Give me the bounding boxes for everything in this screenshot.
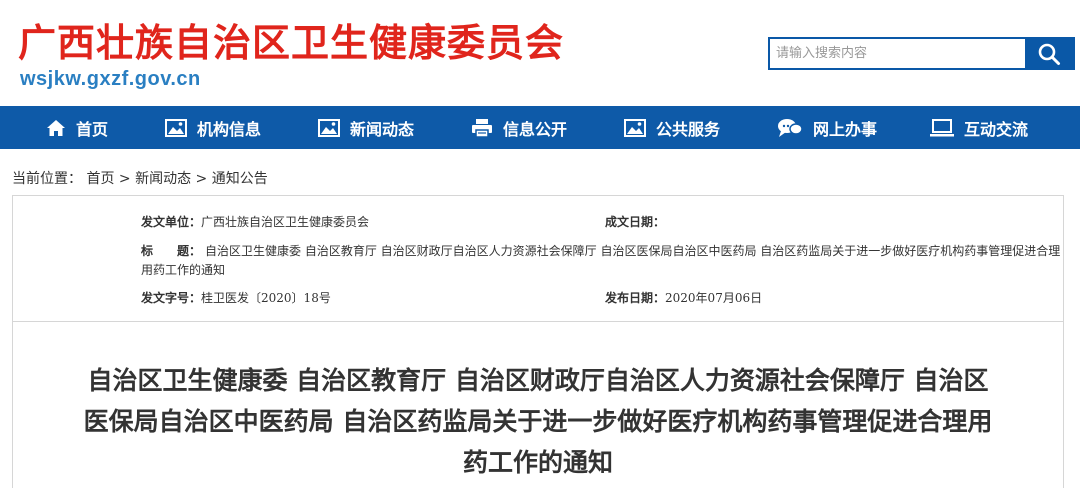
date-written-label: 成文日期： bbox=[605, 215, 666, 229]
nav-item-label: 信息公开 bbox=[503, 119, 568, 139]
document-title-line: 自治区卫生健康委 自治区教育厅 自治区财政厅自治区人力资源社会保障厅 自治区 bbox=[87, 366, 989, 395]
breadcrumb-prefix: 当前位置： bbox=[12, 171, 82, 187]
title-value: 自治区卫生健康委 自治区教育厅 自治区财政厅自治区人力资源社会保障厅 自治区医保… bbox=[141, 244, 1061, 277]
document-title-line: 药工作的通知 bbox=[462, 448, 613, 477]
date-written-row: 成文日期： bbox=[605, 213, 665, 230]
nav-item-info-disclosure[interactable]: 信息公开 bbox=[471, 106, 567, 149]
publish-date-label: 发布日期： bbox=[605, 291, 666, 305]
breadcrumb-link-home[interactable]: 首页 bbox=[86, 171, 114, 187]
nav-item-org-info[interactable]: 机构信息 bbox=[165, 106, 261, 149]
printer-icon bbox=[472, 118, 492, 138]
image-icon bbox=[165, 118, 187, 137]
breadcrumb-separator: > bbox=[118, 171, 136, 187]
title-row: 标 题： 自治区卫生健康委 自治区教育厅 自治区财政厅自治区人力资源社会保障厅 自… bbox=[141, 242, 1061, 280]
publish-date-value: 2020年07月06日 bbox=[665, 291, 763, 305]
search-button[interactable] bbox=[1025, 39, 1073, 68]
home-icon bbox=[47, 119, 65, 136]
doc-no-row: 发文字号：桂卫医发〔2020〕18号 bbox=[141, 289, 331, 306]
search-input[interactable] bbox=[770, 39, 1025, 68]
nav-item-online-service[interactable]: 网上办事 bbox=[777, 106, 877, 149]
nav-item-label: 网上办事 bbox=[813, 119, 878, 139]
site-title: 广西壮族自治区卫生健康委员会 bbox=[18, 20, 565, 65]
nav-item-label: 互动交流 bbox=[964, 119, 1029, 139]
nav-item-home[interactable]: 首页 bbox=[46, 106, 108, 149]
monitor-icon bbox=[930, 118, 954, 136]
publish-date-row: 发布日期：2020年07月06日 bbox=[605, 289, 762, 306]
site-domain: wsjkw.gxzf.gov.cn bbox=[20, 68, 201, 90]
breadcrumb-link-notices[interactable]: 通知公告 bbox=[212, 171, 268, 187]
issuer-label: 发文单位： bbox=[141, 215, 202, 229]
doc-no-label: 发文字号： bbox=[141, 291, 202, 305]
nav-item-interaction[interactable]: 互动交流 bbox=[930, 106, 1028, 149]
document-meta: 发文单位：广西壮族自治区卫生健康委员会 成文日期： 标 题： 自治区卫生健康委 自… bbox=[13, 196, 1063, 322]
issuer-row: 发文单位：广西壮族自治区卫生健康委员会 bbox=[141, 213, 369, 230]
document-title: 自治区卫生健康委 自治区教育厅 自治区财政厅自治区人力资源社会保障厅 自治区 医… bbox=[13, 360, 1063, 483]
doc-no-value: 桂卫医发〔2020〕18号 bbox=[201, 291, 331, 305]
image-icon bbox=[318, 118, 340, 137]
article-card: 发文单位：广西壮族自治区卫生健康委员会 成文日期： 标 题： 自治区卫生健康委 自… bbox=[12, 195, 1064, 488]
title-label: 标 题： bbox=[141, 244, 202, 258]
issuer-value: 广西壮族自治区卫生健康委员会 bbox=[201, 215, 370, 229]
main-nav: 首页 机构信息 新闻动态 信息公开 公共服务 网上办事 互动交流 bbox=[0, 106, 1080, 149]
breadcrumb: 当前位置： 首页 > 新闻动态 > 通知公告 bbox=[12, 168, 268, 188]
image-icon bbox=[624, 118, 646, 137]
nav-item-label: 机构信息 bbox=[197, 119, 262, 139]
nav-item-public-service[interactable]: 公共服务 bbox=[624, 106, 720, 149]
nav-item-label: 首页 bbox=[76, 119, 109, 139]
nav-item-news[interactable]: 新闻动态 bbox=[318, 106, 414, 149]
breadcrumb-link-news[interactable]: 新闻动态 bbox=[135, 171, 191, 187]
chat-bubbles-icon bbox=[778, 118, 803, 137]
breadcrumb-separator: > bbox=[195, 171, 212, 187]
nav-item-label: 新闻动态 bbox=[350, 119, 415, 139]
nav-item-label: 公共服务 bbox=[656, 119, 721, 139]
search-icon bbox=[1038, 43, 1060, 65]
document-title-line: 医保局自治区中医药局 自治区药监局关于进一步做好医疗机构药事管理促进合理用 bbox=[83, 407, 993, 436]
search-box bbox=[768, 37, 1075, 70]
